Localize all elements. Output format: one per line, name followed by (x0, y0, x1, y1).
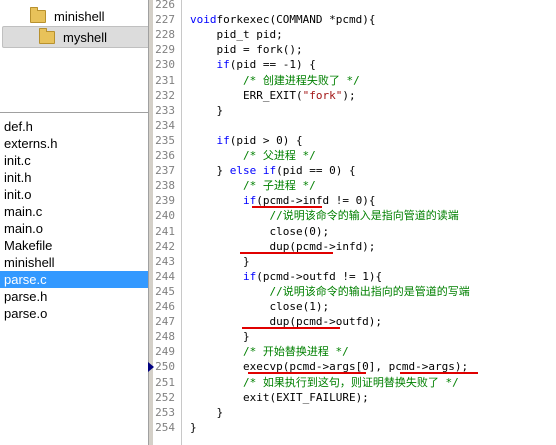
folder-label: minishell (54, 8, 105, 24)
file-item[interactable]: externs.h (0, 135, 148, 152)
code-token: } (190, 420, 197, 434)
code-token: forkexec(COMMAND *pcmd){ (216, 13, 376, 27)
file-item[interactable]: minishell (0, 254, 148, 271)
code-line: } (190, 102, 223, 119)
project-panel: minishell myshell def.h externs.h init.c ini… (0, 0, 148, 445)
code-token: pid_t pid; (190, 28, 283, 42)
string-token: "fork" (302, 88, 343, 102)
code-token: close(1); (190, 300, 330, 313)
code-editor[interactable]: voidforkexec(COMMAND *pcmd){ pid_t pid; … (190, 0, 556, 445)
code-token: } (190, 330, 250, 344)
code-token: (pcmd->outfd != 1){ (256, 269, 383, 283)
code-token: exit(EXIT_FAILURE); (190, 390, 369, 404)
folder-tree: minishell myshell (0, 0, 148, 113)
comment-token: /* 如果执行到这句，则证明替换失败了 */ (242, 375, 459, 389)
annotation-underline (240, 251, 333, 254)
keyword-token: if (216, 58, 230, 72)
file-item[interactable]: def.h (0, 118, 148, 135)
comment-token: /* 创建进程失败了 */ (242, 73, 360, 87)
folder-icon (39, 27, 55, 44)
code-token: (pid > 0) { (229, 133, 303, 147)
annotation-underline (400, 372, 478, 375)
file-item[interactable]: main.c (0, 203, 148, 220)
code-token: } (190, 103, 224, 117)
comment-token: /* 开始替换进程 */ (242, 345, 349, 359)
folder-icon (30, 6, 46, 23)
code-token: ERR_EXIT( (190, 88, 303, 102)
code-token: pid = fork(); (190, 43, 303, 57)
file-item[interactable]: Makefile (0, 237, 148, 254)
folder-label: myshell (63, 29, 108, 45)
line-number: 254 (155, 420, 175, 434)
code-token: } (190, 405, 224, 419)
keyword-token: void (190, 13, 217, 27)
comment-token: //说明该命令的输出指向的是管道的写端 (269, 284, 470, 298)
file-item[interactable]: init.c (0, 152, 148, 169)
comment-token: /* 父进程 */ (242, 149, 316, 162)
comment-token: //说明该命令的输入是指向管道的读端 (269, 209, 459, 223)
keyword-token: else if (229, 164, 277, 178)
fold-margin (181, 0, 182, 445)
line-number-gutter: 226 227 228 229 230 231 232 233 234 235 236 237 238 2… (153, 0, 181, 445)
code-token: ); (342, 88, 356, 102)
code-token: close(0); (190, 224, 330, 238)
code-token: (pid == 0) { (276, 164, 356, 178)
file-item[interactable]: init.h (0, 169, 148, 186)
file-item[interactable]: parse.c (0, 271, 148, 288)
file-item[interactable]: init.o (0, 186, 148, 203)
folder-item[interactable]: minishell (30, 6, 105, 26)
keyword-token: if (242, 269, 257, 283)
code-line: } (190, 419, 197, 436)
annotation-underline (242, 327, 340, 330)
file-item[interactable]: parse.h (0, 288, 148, 305)
file-list: def.h externs.h init.c init.h init.o main.c ma… (0, 118, 148, 322)
current-line-marker-icon (148, 362, 154, 373)
code-token: } (190, 164, 230, 178)
annotation-underline (248, 372, 366, 375)
keyword-token: if (216, 133, 230, 147)
code-token: } (190, 254, 250, 268)
file-item[interactable]: parse.o (0, 305, 148, 322)
file-item[interactable]: main.o (0, 220, 148, 237)
folder-item[interactable]: myshell (2, 26, 148, 48)
comment-token: /* 子进程 */ (242, 179, 316, 193)
annotation-underline (252, 206, 322, 209)
code-token: (pid == -1) { (229, 58, 316, 72)
